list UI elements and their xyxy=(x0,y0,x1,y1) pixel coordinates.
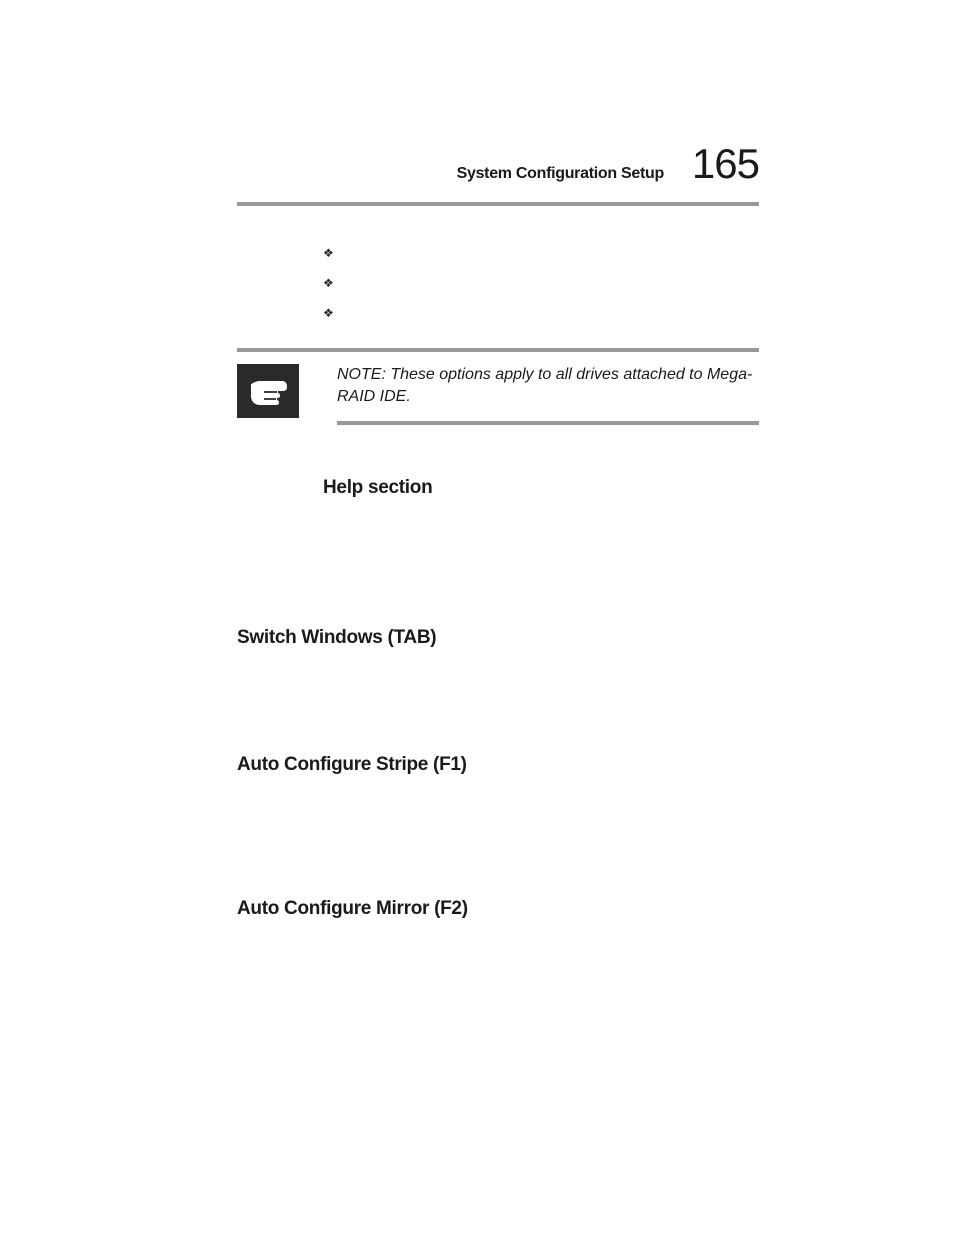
diamond-bullet-icon: ❖ xyxy=(323,276,343,290)
list-item: ❖ xyxy=(323,272,759,294)
heading-switch-windows: Switch Windows (TAB) xyxy=(237,627,759,649)
page-header: System Configuration Setup 165 xyxy=(237,140,759,188)
diamond-bullet-icon: ❖ xyxy=(323,246,343,260)
heading-auto-configure-mirror: Auto Configure Mirror (F2) xyxy=(237,898,759,920)
note-icon xyxy=(237,364,299,418)
note-bottom-divider xyxy=(337,421,759,425)
note-top-divider xyxy=(237,348,759,352)
pointing-hand-icon xyxy=(244,370,292,412)
page-content: System Configuration Setup 165 ❖ ❖ ❖ NOT… xyxy=(0,0,954,920)
note-text-container: NOTE: These options apply to all drives … xyxy=(337,364,759,425)
list-item: ❖ xyxy=(323,242,759,264)
note-text: NOTE: These options apply to all drives … xyxy=(337,364,759,409)
heading-help-section: Help section xyxy=(323,477,759,499)
header-divider xyxy=(237,202,759,206)
diamond-bullet-icon: ❖ xyxy=(323,306,343,320)
bullet-list: ❖ ❖ ❖ xyxy=(323,242,759,324)
note-section: NOTE: These options apply to all drives … xyxy=(237,364,759,425)
heading-auto-configure-stripe: Auto Configure Stripe (F1) xyxy=(237,754,759,776)
header-title: System Configuration Setup xyxy=(457,165,664,183)
list-item: ❖ xyxy=(323,302,759,324)
page-number: 165 xyxy=(692,140,759,188)
